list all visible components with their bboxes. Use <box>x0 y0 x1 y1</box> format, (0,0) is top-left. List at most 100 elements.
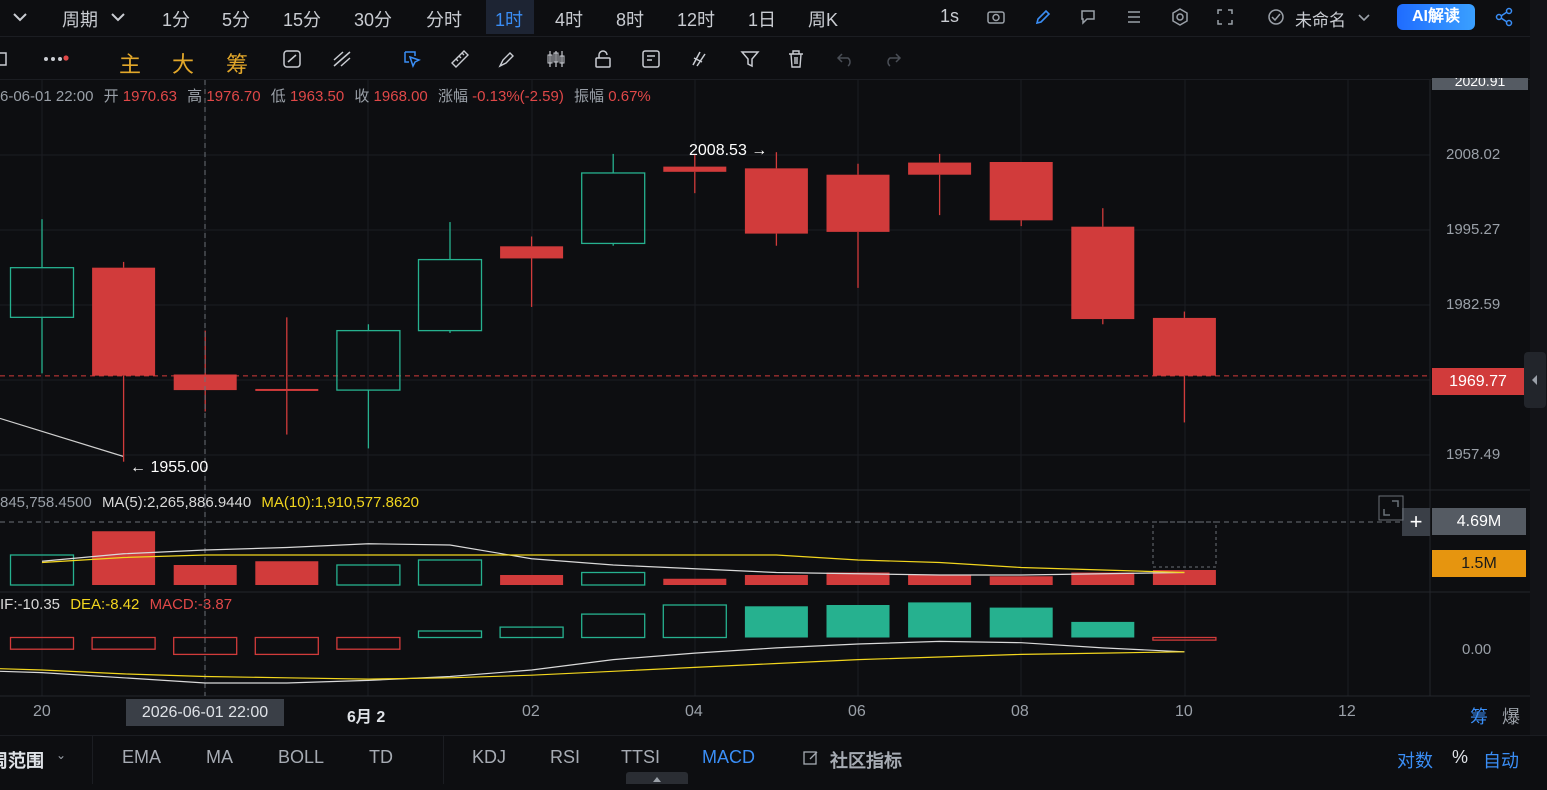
edit-icon[interactable] <box>802 749 820 772</box>
arrow-left-icon: ← <box>130 459 146 476</box>
candle-body <box>417 258 483 332</box>
low-label: 低 <box>270 88 286 105</box>
macd-hist-bar <box>908 602 972 638</box>
volume-value: 845,758.4500 <box>0 494 92 511</box>
volume-ma10: MA(10):1,910,577.8620 <box>261 494 420 511</box>
collapse-handle-icon[interactable] <box>1524 352 1546 408</box>
indicator-ma[interactable]: MA <box>206 747 233 768</box>
volume-bar <box>581 571 646 586</box>
volume-bar <box>663 578 727 585</box>
indicator-rsi[interactable]: RSI <box>550 747 580 768</box>
macd-hist-bar <box>254 636 319 656</box>
candle-body <box>255 388 319 391</box>
open-label: 开 <box>103 88 119 105</box>
macd-hist-bar <box>744 606 808 638</box>
macd-axis-zero: 0.00 <box>1462 641 1492 658</box>
crosshair-plus-icon[interactable]: + <box>1402 508 1430 536</box>
change-label: 涨幅 <box>437 88 468 105</box>
ohlc-legend: 6-06-01 22:00 开 1970.63 高 1976.70 低 1963… <box>0 85 651 106</box>
candle-body <box>908 162 972 175</box>
percent-scale-toggle[interactable]: % <box>1452 747 1468 768</box>
volume-ma5: MA(5):2,265,886.9440 <box>101 494 252 511</box>
indicator-td[interactable]: TD <box>369 747 393 768</box>
range-selector[interactable]: 周范围 <box>0 747 44 773</box>
log-scale-toggle[interactable]: 对数 <box>1397 747 1433 773</box>
current-price-badge: 1969.77 <box>1432 368 1524 395</box>
crosshair-time-label: 2026-06-01 22:00 <box>126 699 284 726</box>
macd-hist-bar <box>1152 636 1217 641</box>
volume-bar <box>173 565 237 585</box>
amplitude-value: 0.67% <box>608 88 651 105</box>
macd-dea-line <box>0 651 1185 680</box>
indicator-boll[interactable]: BOLL <box>278 747 324 768</box>
candle-body <box>826 174 890 232</box>
low-annotation-value: 1955.00 <box>150 459 209 476</box>
macd-hist-bar <box>417 630 483 639</box>
candle-body <box>92 267 156 376</box>
candle-body <box>500 246 564 259</box>
range-chevron-icon[interactable]: ⌄ <box>56 748 66 762</box>
price-tick: 2008.02 <box>1446 146 1501 163</box>
x-tick: 02 <box>522 703 540 720</box>
macd-dea: DEA:-8.42 <box>70 596 140 613</box>
candle-body <box>1152 317 1216 376</box>
close-value: 1968.00 <box>373 88 428 105</box>
close-label: 收 <box>354 88 370 105</box>
volume-bar <box>255 561 319 585</box>
volume-legend: 845,758.4500 MA(5):2,265,886.9440 MA(10)… <box>0 494 419 511</box>
volume-axis-upper: 4.69M <box>1432 508 1526 535</box>
macd-hist-bar <box>826 605 890 638</box>
arrow-right-icon: → <box>751 142 768 159</box>
volume-bar <box>500 575 564 585</box>
candle-body <box>1071 226 1135 320</box>
high-annotation-value: 2008.53 <box>689 142 747 159</box>
ohlc-date: 6-06-01 22:00 <box>0 88 94 105</box>
chip-distribution-toggle[interactable]: 筹 <box>1470 703 1488 729</box>
indicator-kdj[interactable]: KDJ <box>472 747 506 768</box>
price-ma-line <box>0 417 124 458</box>
high-label: 高 <box>187 88 203 105</box>
expand-panel-handle[interactable] <box>626 772 688 784</box>
indicator-macd[interactable]: MACD <box>702 747 755 768</box>
volume-bar <box>417 559 483 586</box>
x-tick: 20 <box>33 703 51 720</box>
price-tick: 1995.27 <box>1446 221 1501 238</box>
low-annotation: ← 1955.00 <box>130 459 208 477</box>
macd-hist-bar <box>989 607 1053 638</box>
macd-legend: IF:-10.35 DEA:-8.42 MACD:-3.87 <box>0 596 232 613</box>
auto-scale-toggle[interactable]: 自动 <box>1483 747 1519 773</box>
amplitude-label: 振幅 <box>574 88 605 105</box>
kline-chart[interactable] <box>0 0 1547 735</box>
volume-bar <box>908 575 972 585</box>
right-scroll-rail[interactable] <box>1524 0 1547 735</box>
x-tick: 04 <box>685 703 703 720</box>
burst-toggle[interactable]: 爆 <box>1502 703 1520 729</box>
macd-hist-bar <box>91 636 156 650</box>
high-value: 1976.70 <box>206 88 261 105</box>
macd-hist-bar <box>581 613 646 639</box>
macd-dif: IF:-10.35 <box>0 596 61 613</box>
indicator-bar: 周范围 ⌄ EMA MA BOLL TD KDJ RSI TTSI MACD 社… <box>0 735 1547 784</box>
x-tick: 12 <box>1338 703 1356 720</box>
candle-body <box>989 162 1053 221</box>
open-value: 1970.63 <box>122 88 177 105</box>
change-value: -0.13%(-2.59) <box>472 88 564 105</box>
high-annotation: 2008.53 → <box>689 142 767 160</box>
volume-bar <box>744 575 808 585</box>
divider <box>443 736 444 784</box>
macd-dif-line <box>0 640 1185 684</box>
candle-body <box>744 168 808 234</box>
price-tick: 1982.59 <box>1446 296 1501 313</box>
community-indicators[interactable]: 社区指标 <box>830 747 902 773</box>
macd-value: MACD:-3.87 <box>149 596 233 613</box>
expand-icon[interactable] <box>1378 495 1404 526</box>
volume-axis-lower: 1.5M <box>1432 550 1526 577</box>
x-tick: 6月 2 <box>347 709 386 726</box>
x-tick: 08 <box>1011 703 1029 720</box>
top-price-label: 2020.91 <box>1432 78 1528 90</box>
indicator-ema[interactable]: EMA <box>122 747 161 768</box>
indicator-ttsi[interactable]: TTSI <box>621 747 660 768</box>
candle-body <box>663 166 727 172</box>
volume-bar <box>989 576 1053 585</box>
divider <box>92 736 93 784</box>
